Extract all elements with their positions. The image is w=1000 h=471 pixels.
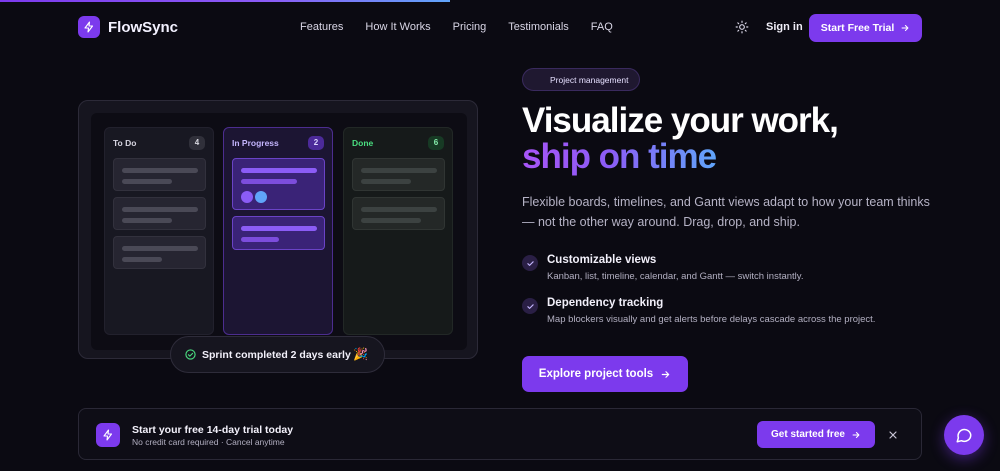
column-count-badge: 6	[428, 136, 444, 150]
hero-title-line1: Visualize your work,	[522, 101, 839, 140]
column-title: In Progress	[232, 138, 279, 148]
chat-button[interactable]	[944, 415, 984, 455]
task-card	[232, 158, 325, 210]
badge-label: Project management	[550, 74, 629, 85]
assignee-avatar	[255, 191, 267, 203]
brand-logo[interactable]: FlowSync	[78, 16, 178, 38]
kanban-column-in-progress: In Progress 2	[223, 127, 333, 335]
column-count-badge: 4	[189, 136, 205, 150]
check-icon	[522, 255, 538, 271]
task-card	[352, 158, 445, 191]
kanban-board-screen: To Do 4 In Progress 2 Done 6	[91, 113, 467, 350]
sign-in-link[interactable]: Sign in	[766, 21, 803, 33]
chat-bubble-icon	[956, 428, 972, 443]
check-circle-icon	[185, 349, 196, 360]
nav-link-pricing[interactable]: Pricing	[453, 21, 487, 33]
nav-link-testimonials[interactable]: Testimonials	[508, 21, 569, 33]
nav-link-faq[interactable]: FAQ	[591, 21, 613, 33]
kanban-column-todo: To Do 4	[104, 127, 214, 335]
brand-name: FlowSync	[108, 18, 179, 36]
trial-banner: Start your free 14-day trial today No cr…	[78, 408, 922, 460]
assignee-avatar	[241, 191, 253, 203]
check-icon	[522, 298, 538, 314]
arrow-right-icon	[852, 431, 860, 438]
feature-title: Customizable views	[547, 254, 657, 266]
start-free-trial-label: Start Free Trial	[820, 22, 895, 34]
arrow-right-icon	[901, 24, 909, 32]
bolt-icon	[78, 16, 100, 38]
nav-link-how-it-works[interactable]: How It Works	[365, 21, 430, 33]
column-count-badge: 2	[308, 136, 324, 150]
get-started-label: Get started free	[771, 429, 845, 440]
feature-description: Map blockers visually and get alerts bef…	[547, 314, 876, 325]
toast-message: Sprint completed 2 days early	[202, 348, 351, 361]
hero-title-line2: ship on time	[522, 137, 717, 176]
column-title: Done	[352, 138, 374, 148]
hero-title: Visualize your work, ship on time	[522, 103, 942, 175]
close-icon[interactable]	[887, 428, 899, 440]
banner-subtitle: No credit card required · Cancel anytime	[132, 437, 285, 447]
task-card	[113, 197, 206, 230]
hero-description: Flexible boards, timelines, and Gantt vi…	[522, 195, 930, 229]
explore-project-tools-button[interactable]: Explore project tools	[522, 356, 688, 392]
explore-button-label: Explore project tools	[538, 368, 654, 380]
top-navbar: FlowSync Features How It Works Pricing T…	[0, 0, 1000, 56]
sprint-toast: Sprint completed 2 days early 🎉	[170, 336, 385, 373]
sun-icon[interactable]	[735, 20, 749, 34]
nav-links: Features How It Works Pricing Testimonia…	[300, 21, 613, 33]
task-card	[352, 197, 445, 230]
feature-description: Kanban, list, timeline, calendar, and Ga…	[547, 271, 804, 282]
nav-link-features[interactable]: Features	[300, 21, 343, 33]
task-card	[232, 216, 325, 250]
task-card	[113, 158, 206, 191]
start-free-trial-button[interactable]: Start Free Trial	[809, 14, 922, 42]
arrow-right-icon	[661, 370, 670, 378]
party-popper-icon: 🎉	[353, 347, 368, 361]
feature-title: Dependency tracking	[547, 297, 664, 309]
task-card	[113, 236, 206, 269]
bolt-icon	[96, 423, 120, 447]
column-title: To Do	[113, 138, 137, 148]
get-started-free-button[interactable]: Get started free	[757, 421, 875, 448]
kanban-column-done: Done 6	[343, 127, 453, 335]
kanban-board-mockup: To Do 4 In Progress 2 Done 6	[78, 100, 478, 359]
category-badge: Project management	[522, 68, 641, 91]
banner-title: Start your free 14-day trial today	[132, 424, 294, 436]
